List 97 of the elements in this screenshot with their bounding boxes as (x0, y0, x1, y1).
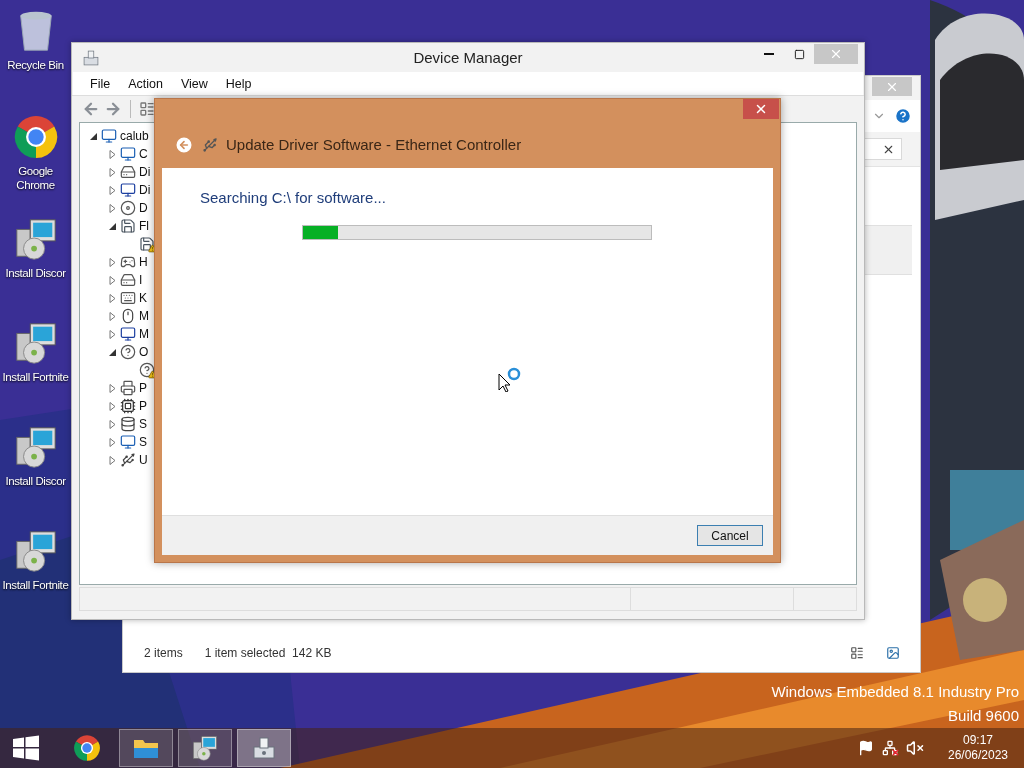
forward-icon[interactable] (104, 100, 122, 118)
watermark-text: Build 9600 (948, 707, 1019, 725)
tree-item[interactable]: C (139, 147, 148, 161)
installer-icon (191, 734, 219, 762)
tree-item[interactable]: M (139, 309, 149, 323)
display-icon (120, 326, 136, 342)
device-manager-icon (251, 735, 277, 761)
taskbar-button[interactable] (237, 729, 291, 767)
tree-item[interactable]: calub (120, 129, 149, 143)
chrome-icon (12, 114, 59, 160)
tree-item[interactable]: K (139, 291, 147, 305)
tree-item[interactable]: Di (139, 165, 151, 179)
tree-item[interactable]: D (139, 201, 148, 215)
drive-icon (120, 272, 136, 288)
minimize-icon (764, 53, 774, 55)
clock-date[interactable]: 26/06/2023 (947, 748, 1009, 763)
view-icon[interactable] (139, 101, 155, 117)
taskbar-button[interactable] (178, 729, 232, 767)
tree-item[interactable]: O (139, 345, 149, 359)
busy-cursor-icon (498, 366, 522, 392)
monitor-icon (120, 146, 136, 162)
close-icon (829, 47, 843, 61)
floppy-icon (120, 218, 136, 234)
collapsed-arrow-icon[interactable] (108, 437, 117, 447)
collapsed-arrow-icon[interactable] (108, 311, 117, 321)
status-text: 1 item selected 142 KB (204, 646, 332, 660)
window-title: Device Manager (413, 49, 523, 66)
chip-icon (120, 398, 136, 414)
desktop-icon-label[interactable]: Recycle Bin (7, 58, 64, 72)
monitor-icon (101, 128, 117, 144)
tree-item[interactable]: S (139, 435, 147, 449)
dialog-title: Update Driver Software - Ethernet Controller (226, 136, 522, 153)
back-icon[interactable] (82, 100, 100, 118)
tree-item[interactable]: M (139, 327, 149, 341)
tree-item[interactable]: Di (139, 183, 151, 197)
muted-speaker-icon[interactable] (906, 739, 924, 757)
tree-item[interactable]: S (139, 417, 147, 431)
back-icon[interactable] (174, 134, 194, 155)
tree-item[interactable]: P (139, 399, 147, 413)
collapsed-arrow-icon[interactable] (108, 185, 117, 195)
windows-logo-icon (13, 735, 39, 761)
close-button[interactable] (743, 99, 779, 119)
usb-icon (202, 136, 218, 153)
drive-icon (120, 164, 136, 180)
desktop-icon-label[interactable]: Install Discor (5, 474, 66, 488)
clock-time[interactable]: 09:17 (963, 733, 993, 748)
device-manager-icon (82, 48, 100, 67)
desktop-icon-label[interactable]: Install Discor (5, 266, 66, 280)
collapsed-arrow-icon[interactable] (108, 401, 117, 411)
menu-item[interactable]: View (171, 76, 217, 91)
disc-icon (120, 200, 136, 216)
collapsed-arrow-icon[interactable] (108, 275, 117, 285)
tree-item[interactable]: U (139, 453, 148, 467)
cancel-button[interactable]: Cancel (697, 525, 763, 546)
chrome-icon (73, 734, 101, 762)
watermark-text: Windows Embedded 8.1 Industry Pro (771, 683, 1019, 701)
network-disconnected-icon[interactable] (882, 740, 898, 756)
status-text: 2 items (144, 646, 183, 660)
large-icons-view-icon[interactable] (886, 646, 900, 660)
usb-icon (120, 452, 136, 468)
tree-item[interactable]: I (139, 273, 143, 287)
collapsed-arrow-icon[interactable] (108, 383, 117, 393)
desktop-icon-label[interactable]: Install Fortnite (2, 578, 69, 592)
taskbar-button[interactable] (119, 729, 173, 767)
expanded-arrow-icon[interactable] (108, 347, 117, 357)
keyboard-icon (120, 290, 136, 306)
monitor-icon (120, 434, 136, 450)
desktop-icon-label[interactable]: Install Fortnite (2, 370, 69, 384)
status-message: Searching C:\ for software... (200, 189, 387, 206)
collapsed-arrow-icon[interactable] (108, 329, 117, 339)
collapsed-arrow-icon[interactable] (108, 203, 117, 213)
expanded-arrow-icon[interactable] (108, 221, 117, 231)
tree-item[interactable]: H (139, 255, 148, 269)
tree-item[interactable]: Fl (139, 219, 149, 233)
printer-icon (120, 380, 136, 396)
details-view-icon[interactable] (850, 646, 864, 660)
menu-item[interactable]: Action (119, 76, 172, 91)
desktop-icon-label[interactable]: Google Chrome (0, 164, 71, 192)
collapsed-arrow-icon[interactable] (108, 293, 117, 303)
storage-icon (120, 416, 136, 432)
help-icon[interactable] (894, 107, 912, 125)
mouse-icon (120, 308, 136, 324)
collapsed-arrow-icon[interactable] (108, 419, 117, 429)
menu-item[interactable]: File (81, 76, 120, 91)
question-icon (120, 344, 136, 360)
close-icon (754, 102, 768, 116)
menu-item[interactable]: Help (216, 76, 261, 91)
tree-item[interactable]: P (139, 381, 147, 395)
flag-icon[interactable] (858, 740, 874, 756)
collapsed-arrow-icon[interactable] (108, 167, 117, 177)
collapsed-arrow-icon[interactable] (108, 257, 117, 267)
maximize-icon (793, 48, 805, 60)
collapsed-arrow-icon[interactable] (108, 149, 117, 159)
gamepad-icon (120, 254, 136, 270)
display-icon (120, 182, 136, 198)
expanded-arrow-icon[interactable] (89, 131, 98, 141)
collapsed-arrow-icon[interactable] (108, 455, 117, 465)
